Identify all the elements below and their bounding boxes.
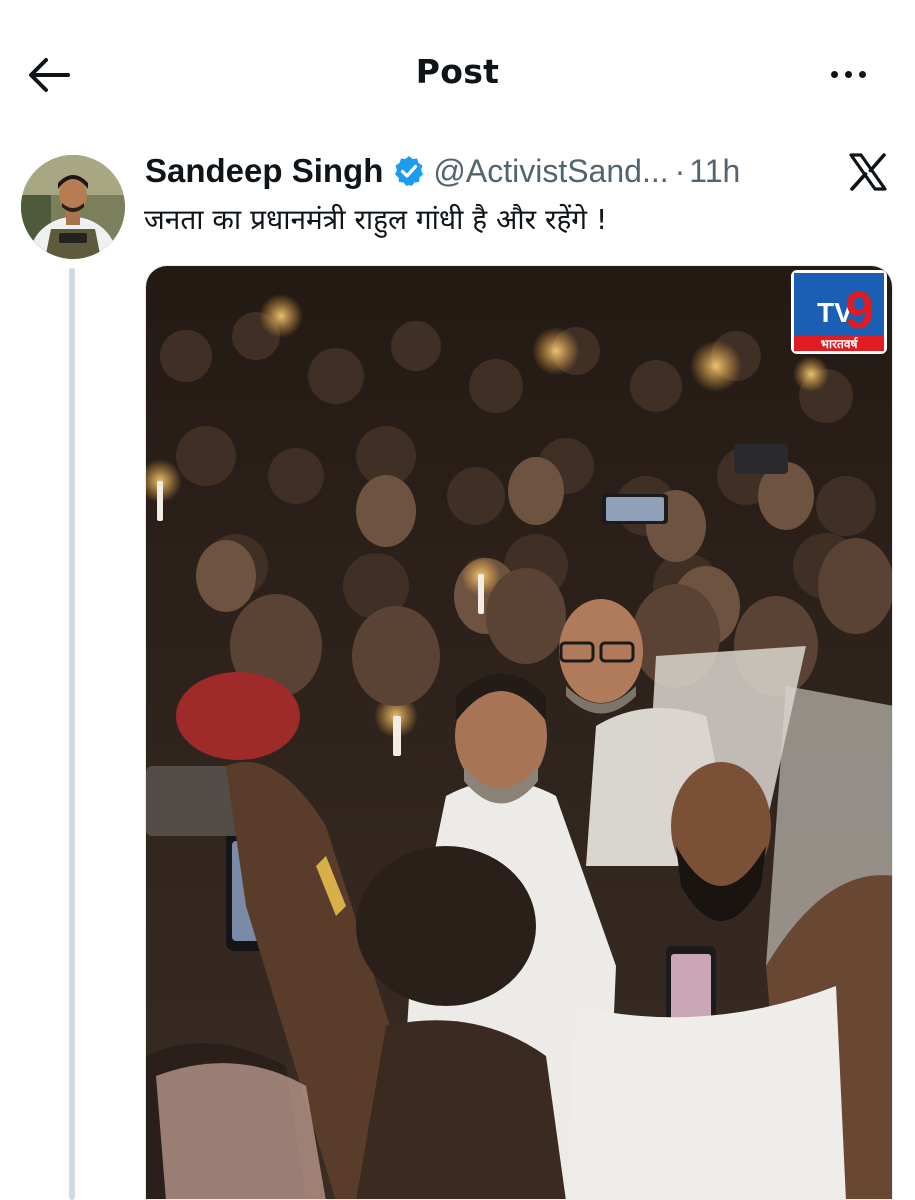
thread-connector-line: [69, 268, 75, 1200]
tweet-media-photo[interactable]: [145, 265, 893, 1200]
separator-dot: ·: [674, 152, 686, 189]
more-options-button[interactable]: [818, 54, 878, 94]
x-logo-icon: [849, 153, 887, 191]
avatar[interactable]: [21, 155, 125, 259]
author-handle[interactable]: @ActivistSand...: [433, 153, 668, 190]
svg-text:9: 9: [845, 282, 874, 340]
page-title: Post: [415, 52, 500, 91]
author-name[interactable]: Sandeep Singh: [145, 152, 383, 190]
post-timestamp[interactable]: 11h: [689, 153, 740, 190]
more-horizontal-icon: [830, 70, 838, 78]
verified-badge-icon: [395, 156, 424, 186]
tweet-author-line: Sandeep Singh @ActivistSand... · 11h: [145, 151, 795, 191]
svg-text:भारतवर्ष: भारतवर्ष: [821, 337, 859, 351]
tweet-text: जनता का प्रधानमंत्री राहुल गांधी है और र…: [144, 203, 608, 236]
top-bar: Post: [0, 0, 915, 150]
tv9-bharatvarsh-logo: TV 9 भारतवर्ष: [791, 270, 887, 354]
